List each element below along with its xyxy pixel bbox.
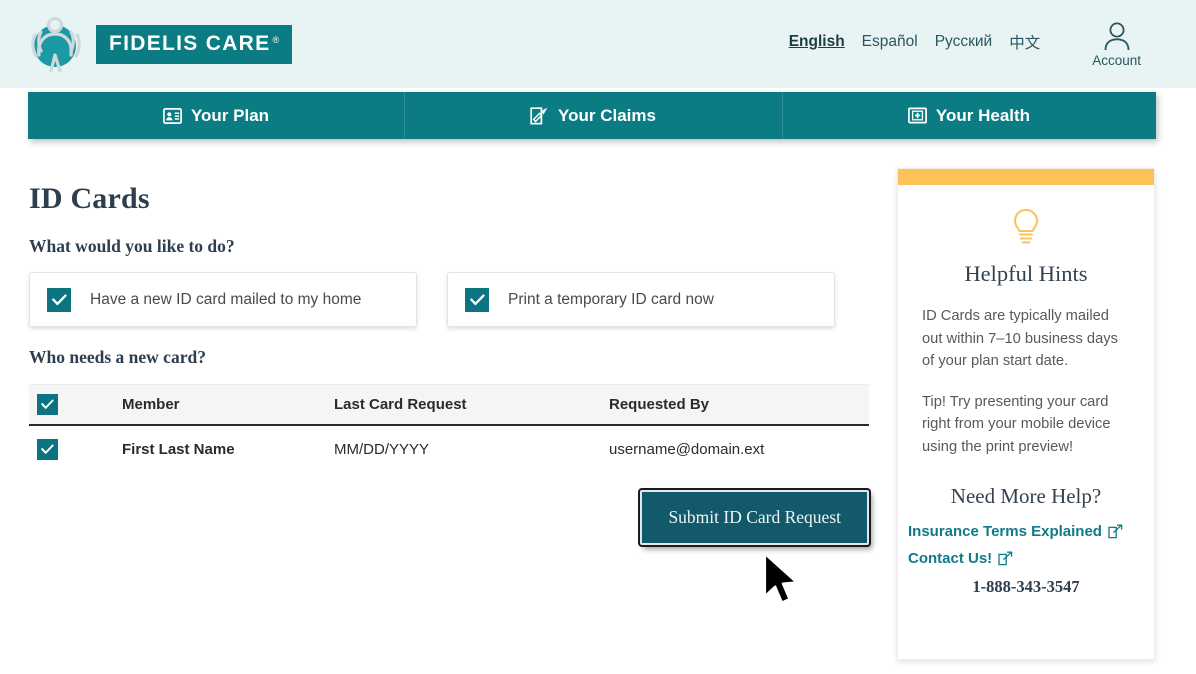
link-contact-us-label: Contact Us! — [908, 550, 993, 567]
checkbox-row-select[interactable] — [37, 438, 58, 460]
column-header-requested-by: Requested By — [609, 396, 710, 413]
question-what-to-do: What would you like to do? — [29, 236, 235, 256]
hint-paragraph-1: ID Cards are typically mailed out within… — [922, 308, 1118, 369]
need-more-help-title: Need More Help? — [950, 484, 1102, 508]
header-right: English Español Русский 中文 Account — [789, 21, 1141, 68]
content-panel: ID Cards What would you like to do? Have… — [10, 150, 1190, 670]
main-column: ID Cards What would you like to do? Have… — [29, 150, 889, 547]
option-print-temp-card-label: Print a temporary ID card now — [508, 290, 714, 308]
hint-paragraph-2: Tip! Try presenting your card right from… — [922, 393, 1111, 455]
main-navigation: Your Plan Your Claims Your Health — [28, 92, 1156, 139]
support-phone-number: 1-888-343-3547 — [972, 577, 1080, 596]
tab-your-plan[interactable]: Your Plan — [28, 92, 404, 139]
registered-mark: ® — [272, 34, 280, 45]
link-insurance-terms-label: Insurance Terms Explained — [908, 523, 1102, 540]
external-link-icon — [998, 551, 1013, 566]
cell-member-name: First Last Name — [122, 440, 235, 458]
language-russian[interactable]: Русский — [935, 33, 993, 51]
cell-requested-by: username@domain.ext — [609, 440, 765, 458]
document-pen-icon — [530, 106, 549, 125]
site-header: FIDELIS CARE ® English Español Русский 中… — [0, 0, 1196, 88]
tab-your-plan-label: Your Plan — [190, 105, 270, 125]
checkbox-select-all[interactable] — [37, 394, 58, 415]
lightbulb-icon — [898, 207, 1154, 247]
link-insurance-terms-explained[interactable]: Insurance Terms Explained — [908, 523, 1154, 540]
submit-id-card-request-button[interactable]: Submit ID Card Request — [638, 488, 871, 547]
user-account-icon — [1104, 22, 1130, 50]
option-mail-id-card-label: Have a new ID card mailed to my home — [90, 290, 362, 308]
id-card-icon — [163, 107, 182, 124]
option-mail-id-card[interactable]: Have a new ID card mailed to my home — [29, 272, 417, 327]
select-all-cell — [29, 394, 122, 415]
help-links: Insurance Terms Explained Contact Us! — [908, 523, 1154, 567]
table-row[interactable]: First Last Name MM/DD/YYYY username@doma… — [29, 426, 869, 472]
tab-your-health-label: Your Health — [935, 105, 1031, 125]
page-title: ID Cards — [29, 182, 150, 215]
table-header-row: Member Last Card Request Requested By — [29, 384, 869, 426]
external-link-icon — [1108, 524, 1123, 539]
option-cards: Have a new ID card mailed to my home Pri… — [29, 272, 889, 327]
column-header-last-card-request: Last Card Request — [334, 396, 467, 413]
checkbox-print-temp-card[interactable] — [465, 287, 489, 312]
tab-your-claims[interactable]: Your Claims — [404, 92, 782, 139]
panel-accent-bar — [898, 169, 1154, 185]
language-selector: English Español Русский 中文 — [789, 31, 1041, 57]
submit-row: Submit ID Card Request — [29, 488, 871, 547]
tab-your-claims-label: Your Claims — [558, 105, 656, 125]
helpful-hints-panel: Helpful Hints ID Cards are typically mai… — [897, 168, 1155, 660]
language-chinese[interactable]: 中文 — [1009, 31, 1040, 53]
cell-last-card-request: MM/DD/YYYY — [334, 440, 430, 458]
medical-kit-icon — [907, 107, 927, 124]
fidelis-figure-logo — [27, 13, 85, 75]
option-print-temp-card[interactable]: Print a temporary ID card now — [447, 272, 835, 327]
account-button[interactable]: Account — [1092, 21, 1141, 68]
checkbox-mail-id-card[interactable] — [47, 287, 71, 312]
page-root: FIDELIS CARE ® English Español Русский 中… — [0, 0, 1196, 674]
question-who-needs-card: Who needs a new card? — [29, 347, 206, 367]
helpful-hints-title: Helpful Hints — [964, 261, 1088, 286]
brand-logo[interactable]: FIDELIS CARE ® — [27, 13, 293, 75]
row-select-cell — [29, 438, 122, 460]
language-english[interactable]: English — [789, 33, 845, 51]
column-header-member: Member — [122, 396, 180, 413]
language-espanol[interactable]: Español — [862, 33, 918, 51]
link-contact-us[interactable]: Contact Us! — [908, 550, 1154, 567]
account-label: Account — [1092, 52, 1141, 68]
brand-wordmark: FIDELIS CARE ® — [96, 24, 293, 64]
brand-wordmark-text: FIDELIS CARE — [109, 31, 271, 55]
members-table: Member Last Card Request Requested By Fi… — [29, 384, 869, 472]
tab-your-health[interactable]: Your Health — [782, 92, 1156, 139]
